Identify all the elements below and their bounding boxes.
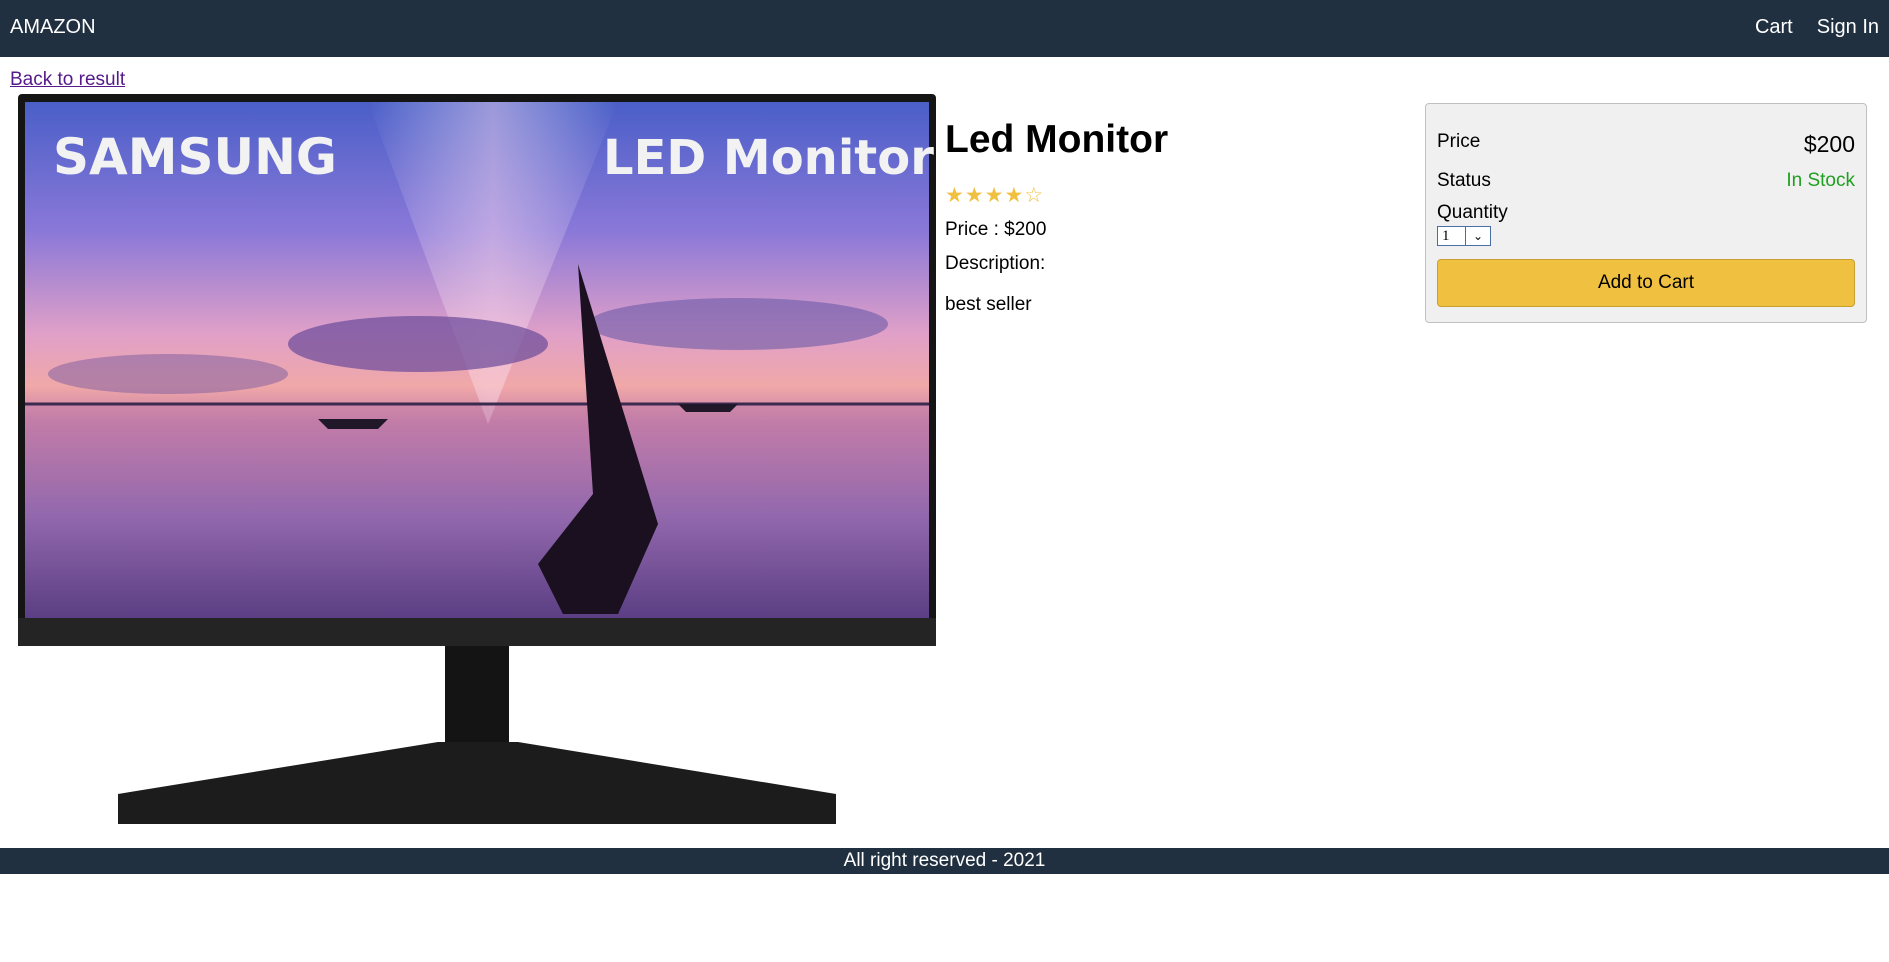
product-image: SAMSUNG LED Monitor	[18, 94, 936, 824]
product-details: Led Monitor ★ ★ ★ ★ ☆ Price : $200 Descripti…	[945, 115, 1405, 316]
brand-logo[interactable]: AMAZON	[10, 16, 96, 39]
image-brand-text: SAMSUNG	[53, 128, 337, 186]
rating-stars: ★ ★ ★ ★ ☆	[945, 185, 1405, 207]
status-row: Status In Stock	[1437, 170, 1855, 192]
product-price: Price : $200	[945, 219, 1047, 240]
cart-link[interactable]: Cart	[1755, 16, 1793, 39]
quantity-label: Quantity	[1437, 202, 1508, 223]
price-row: Price $200	[1437, 131, 1855, 158]
quantity-select[interactable]: 1 ⌄	[1437, 226, 1491, 246]
star-filled-icon: ★	[945, 184, 964, 207]
star-filled-icon: ★	[1004, 184, 1024, 207]
chevron-down-icon: ⌄	[1465, 227, 1490, 245]
footer: All right reserved - 2021	[0, 848, 1889, 874]
top-header: AMAZON Cart Sign In	[0, 0, 1889, 57]
add-to-cart-button[interactable]: Add to Cart	[1437, 259, 1855, 307]
image-tagline-text: LED Monitor	[603, 130, 934, 186]
star-filled-icon: ★	[964, 184, 984, 207]
quantity-value: 1	[1442, 228, 1450, 244]
description-text: best seller	[945, 294, 1032, 315]
description-label: Description:	[945, 253, 1046, 274]
header-nav: Cart Sign In	[1755, 16, 1879, 39]
back-to-result-link[interactable]: Back to result	[10, 69, 125, 91]
status-label: Status	[1437, 170, 1491, 191]
sign-in-link[interactable]: Sign In	[1817, 16, 1879, 39]
star-empty-icon: ☆	[1024, 184, 1044, 207]
price-value: $200	[1803, 131, 1855, 157]
price-label: Price	[1437, 131, 1481, 152]
star-filled-icon: ★	[984, 184, 1004, 207]
product-title: Led Monitor	[945, 118, 1169, 161]
purchase-panel: Price $200 Status In Stock Quantity 1 ⌄ …	[1425, 103, 1867, 323]
status-badge: In Stock	[1786, 170, 1855, 191]
